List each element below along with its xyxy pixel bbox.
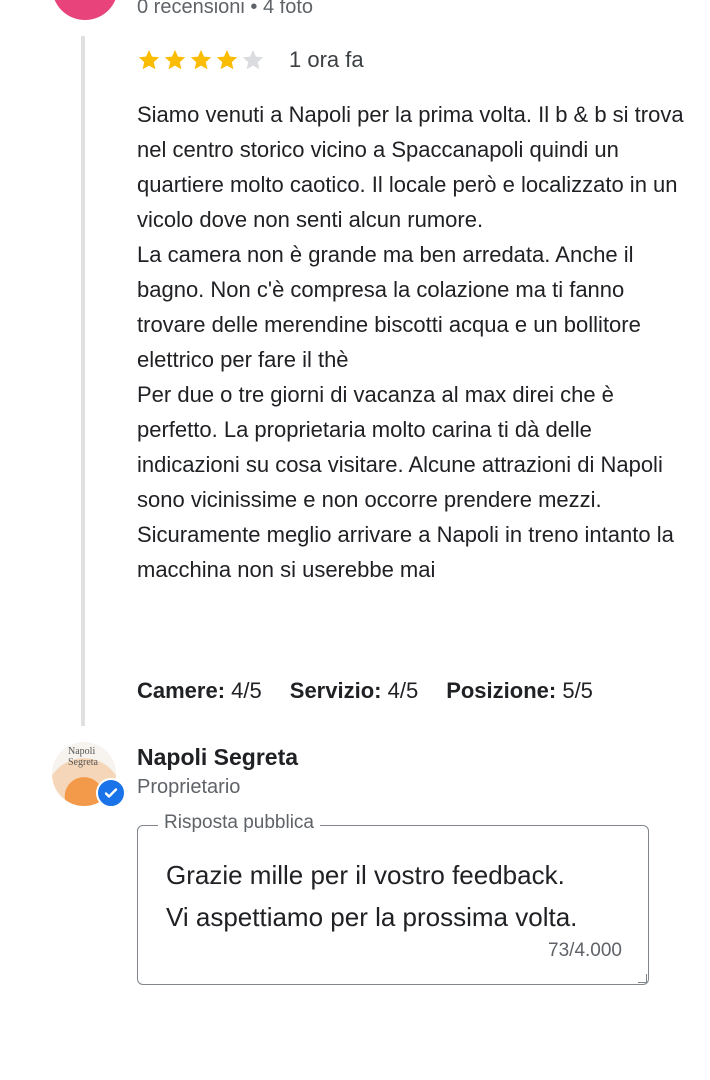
star-icon [242,50,264,70]
owner-role: Proprietario [137,776,241,798]
review-paragraph: Per due o tre giorni di vacanza al max d… [137,382,663,512]
reply-line: Vi aspettiamo per la prossima volta. [166,902,578,932]
reply-text[interactable]: Grazie mille per il vostro feedback. Vi … [166,854,636,938]
thread-line [81,36,85,726]
score-service: Servizio: 4/5 [289,678,419,703]
verified-check-icon [96,778,126,808]
star-icon [164,50,186,70]
resize-handle[interactable] [638,974,647,983]
character-counter: 73/4.000 [548,940,622,961]
reply-legend: Risposta pubblica [158,812,320,834]
reply-textarea[interactable]: Risposta pubblica Grazie mille per il vo… [137,812,649,985]
star-rating [137,48,265,72]
star-icon [216,50,238,70]
category-scores: Camere: 4/5 Servizio: 4/5 Posizione: 5/5 [137,678,593,704]
owner-logo: Napoli Segreta [68,746,98,768]
star-icon [138,50,160,70]
review-paragraph: La camera non è grande ma ben arredata. … [137,242,641,372]
rating-row: 1 ora fa [137,47,364,73]
reply-line: Grazie mille per il vostro feedback. [166,860,565,890]
review-body: Siamo venuti a Napoli per la prima volta… [137,97,697,587]
reviewer-avatar[interactable] [52,0,118,20]
score-location: Posizione: 5/5 [446,678,593,703]
score-rooms: Camere: 4/5 [137,678,262,703]
reviewer-meta: 0 recensioni • 4 foto [137,0,313,18]
review-paragraph: Siamo venuti a Napoli per la prima volta… [137,102,684,232]
review-paragraph: Sicuramente meglio arrivare a Napoli in … [137,522,674,582]
star-icon [190,50,212,70]
owner-name: Napoli Segreta [137,744,299,770]
review-time: 1 ora fa [289,47,364,72]
